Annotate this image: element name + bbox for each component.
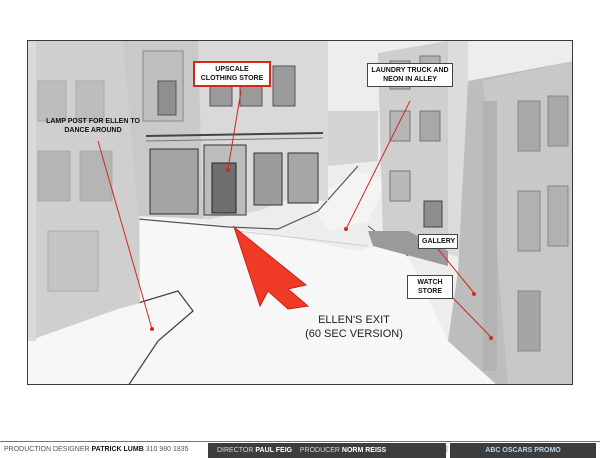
callout-gallery: GALLERY (418, 234, 458, 249)
producer-label: PRODUCER (299, 447, 340, 454)
callout-lamp-post: LAMP POST FOR ELLEN TO DANCE AROUND (46, 118, 140, 134)
producer-name: NORM REISS (341, 447, 387, 454)
director-name: PAUL FEIG (255, 447, 293, 454)
exit-label-line2: (60 SEC VERSION) (305, 328, 403, 340)
production-designer-label: PRODUCTION DESIGNER (4, 446, 90, 453)
exit-label: ELLEN'S EXIT (60 SEC VERSION) (284, 313, 424, 341)
storyboard-frame: UPSCALE CLOTHING STORE LAUNDRY TRUCK AND… (27, 40, 573, 385)
production-designer-name: PATRICK LUMB (91, 446, 144, 453)
footer-project: ABC OSCARS PROMO (450, 443, 596, 458)
credits-footer: PRODUCTION DESIGNER PATRICK LUMB 310 980… (0, 441, 600, 458)
footer-production-designer: PRODUCTION DESIGNER PATRICK LUMB 310 980… (4, 442, 189, 458)
exit-label-line1: ELLEN'S EXIT (318, 314, 390, 326)
storyboard-sheet: UPSCALE CLOTHING STORE LAUNDRY TRUCK AND… (0, 0, 600, 458)
callout-watch-store: WATCH STORE (407, 275, 453, 299)
production-designer-phone: 310 980 1835 (145, 446, 189, 453)
footer-separator: | (446, 446, 448, 453)
director-label: DIRECTOR (217, 447, 254, 454)
callout-laundry-truck: LAUNDRY TRUCK AND NEON IN ALLEY (367, 63, 453, 87)
footer-director-producer: DIRECTOR PAUL FEIG PRODUCER NORM REISS (208, 443, 446, 458)
callout-upscale-clothing-store: UPSCALE CLOTHING STORE (193, 61, 271, 87)
